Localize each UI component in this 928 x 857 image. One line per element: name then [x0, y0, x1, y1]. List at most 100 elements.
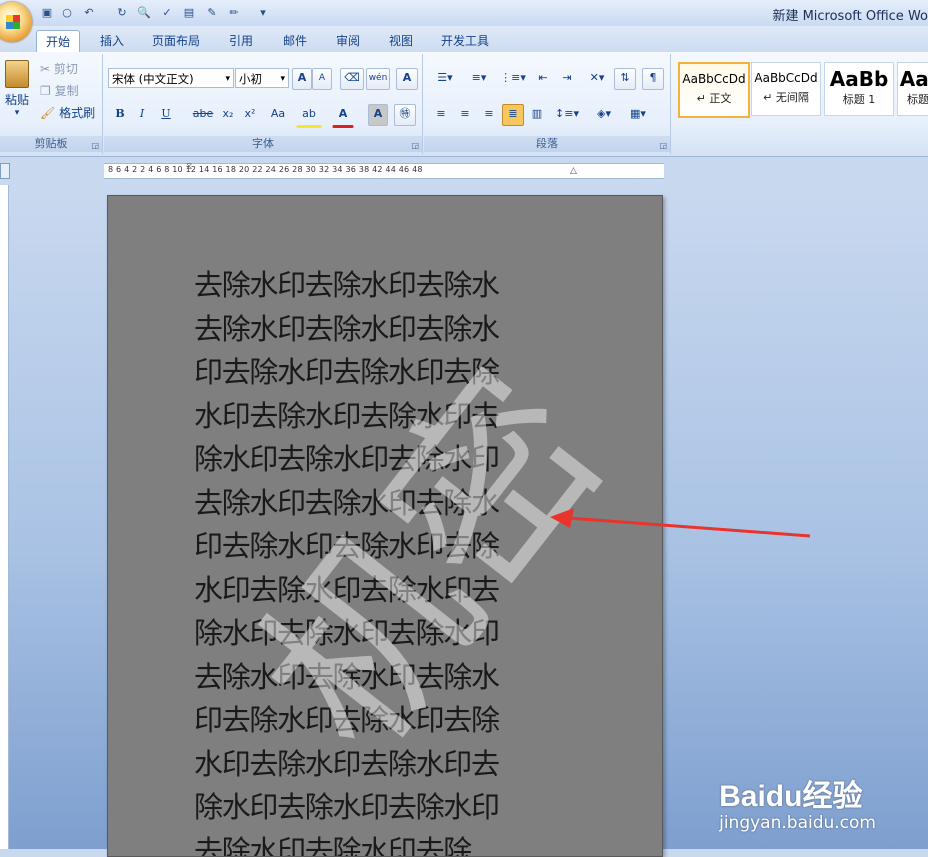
style-sample: AaBbCcDd	[680, 72, 748, 86]
highlight-icon[interactable]: ab	[296, 104, 322, 128]
font-name-value: 宋体 (中文正文)	[112, 72, 194, 86]
sort-icon[interactable]: ⇅	[614, 68, 636, 90]
distribute-icon[interactable]: ▥	[526, 104, 548, 126]
shading-icon[interactable]: ◈▾	[588, 104, 620, 126]
superscript-button[interactable]: x²	[240, 104, 260, 126]
undo-icon[interactable]: ↶	[80, 4, 98, 21]
decrease-indent-icon[interactable]: ⇤	[532, 68, 554, 90]
underline-button[interactable]: U	[156, 104, 176, 126]
tab-view[interactable]: 视图	[380, 30, 422, 52]
style-name: ↵ 无间隔	[752, 89, 820, 105]
print-preview-icon[interactable]: 🔍	[135, 4, 153, 21]
arrow-head	[550, 508, 574, 528]
spelling-icon[interactable]: ✓	[158, 4, 176, 21]
asian-layout-icon[interactable]: ✕▾	[582, 68, 612, 90]
cut-label: 剪切	[54, 62, 78, 76]
style-title[interactable]: AaI 标题	[897, 62, 928, 116]
save-icon[interactable]: ▣	[38, 4, 56, 21]
font-group: 宋体 (中文正文)▾ 小初▾ A A ⌫ wén A B I U abe x₂ …	[104, 54, 423, 154]
ribbon-tabs: 开始 插入 页面布局 引用 邮件 审阅 视图 开发工具	[0, 26, 928, 52]
multilevel-list-icon[interactable]: ⋮≡▾	[498, 68, 528, 90]
dialog-launcher-icon[interactable]: ◲	[91, 141, 99, 150]
tab-page-layout[interactable]: 页面布局	[143, 30, 209, 52]
title-bar: ▣ ○ ↶ ↻ 🔍 ✓ ▤ ✎ ✏ ▾ 新建 Microsoft Office …	[0, 0, 928, 27]
shrink-font-button[interactable]: A	[312, 68, 332, 90]
increase-indent-icon[interactable]: ⇥	[556, 68, 578, 90]
align-center-icon[interactable]: ≡	[454, 104, 476, 126]
redo-icon[interactable]: ↻	[113, 4, 131, 21]
copy-icon: ❐	[40, 84, 55, 98]
ribbon: 粘贴 ▾ ✂ 剪切 ❐ 复制 🖌 格式刷 剪贴板 ◲ 宋体 (中文正文) ▾ 小初…	[0, 52, 928, 157]
style-sample: AaBbCcDd	[752, 71, 820, 85]
text-line: 去除水印去除水印去除	[194, 830, 594, 857]
show-marks-icon[interactable]: ¶	[642, 68, 664, 90]
baidu-jingyan-watermark: Baidu经验 jingyan.baidu.com	[719, 771, 876, 833]
baidu-url: jingyan.baidu.com	[719, 813, 876, 833]
change-case-button[interactable]: Aa	[264, 104, 292, 126]
clipboard-group: 粘贴 ▾ ✂ 剪切 ❐ 复制 🖌 格式刷 剪贴板 ◲	[0, 54, 103, 154]
customize-quick-access-icon[interactable]: ▾	[254, 4, 272, 21]
ruler-toggle[interactable]	[0, 163, 10, 179]
style-sample: AaBb	[825, 67, 893, 91]
chevron-down-icon: ▾	[280, 69, 285, 89]
numbering-icon[interactable]: ≡▾	[464, 68, 494, 90]
scissors-icon: ✂	[40, 62, 54, 76]
bold-button[interactable]: B	[110, 104, 130, 126]
style-no-spacing[interactable]: AaBbCcDd ↵ 无间隔	[751, 62, 821, 116]
borders-icon[interactable]: ▦▾	[622, 104, 654, 126]
dialog-launcher-icon[interactable]: ◲	[411, 141, 419, 150]
justify-icon[interactable]: ≣	[502, 104, 524, 126]
style-name: 标题	[898, 91, 928, 107]
chevron-down-icon: ▾	[225, 69, 230, 89]
font-size-value: 小初	[239, 72, 262, 86]
clear-format-icon[interactable]: ⌫	[340, 68, 364, 90]
enclose-char-icon[interactable]: ㊕	[394, 104, 416, 126]
cut-button[interactable]: ✂ 剪切	[40, 60, 78, 78]
dialog-launcher-icon[interactable]: ◲	[659, 141, 667, 150]
text-line: 去除水印去除水印去除水	[194, 264, 594, 308]
font-group-label: 字体	[104, 136, 422, 152]
arrow-shaft	[568, 518, 810, 536]
style-normal[interactable]: AaBbCcDd ↵ 正文	[678, 62, 750, 118]
circle-icon[interactable]: ○	[58, 4, 76, 21]
horizontal-ruler[interactable]: 8 6 4 2 2 4 6 8 10 12 14 16 18 20 22 24 …	[104, 163, 664, 179]
align-left-icon[interactable]: ≡	[430, 104, 452, 126]
brush-icon: 🖌	[40, 106, 59, 120]
text-line: 除水印去除水印去除水印	[194, 786, 594, 830]
style-heading-1[interactable]: AaBb 标题 1	[824, 62, 894, 116]
tab-mailings[interactable]: 邮件	[274, 30, 316, 52]
vertical-ruler[interactable]	[0, 185, 9, 849]
italic-button[interactable]: I	[132, 104, 152, 126]
indent-marker-icon[interactable]: ⧖	[186, 162, 192, 172]
annotation-arrow	[540, 500, 820, 550]
grow-font-label: A	[298, 71, 307, 84]
grow-font-button[interactable]: A	[292, 68, 312, 90]
format-painter-label: 格式刷	[59, 106, 95, 120]
right-indent-marker-icon[interactable]: △	[570, 166, 577, 176]
char-border-icon[interactable]: A	[396, 68, 418, 90]
tab-references[interactable]: 引用	[220, 30, 262, 52]
tab-review[interactable]: 审阅	[327, 30, 369, 52]
align-right-icon[interactable]: ≡	[478, 104, 500, 126]
format-painter-button[interactable]: 🖌 格式刷	[40, 104, 95, 122]
tab-developer[interactable]: 开发工具	[432, 30, 498, 52]
subscript-button[interactable]: x₂	[218, 104, 238, 126]
tab-insert[interactable]: 插入	[91, 30, 133, 52]
bullets-icon[interactable]: ☰▾	[430, 68, 460, 90]
macro-icon[interactable]: ✎	[203, 4, 221, 21]
line-spacing-icon[interactable]: ↕≡▾	[552, 104, 582, 126]
font-color-icon[interactable]: A	[332, 104, 354, 128]
chevron-down-icon: ▾	[2, 108, 32, 118]
char-shading-icon[interactable]: A	[368, 104, 388, 126]
font-size-combo[interactable]: 小初 ▾	[235, 68, 289, 88]
strikethrough-button[interactable]: abe	[190, 104, 216, 126]
font-name-combo[interactable]: 宋体 (中文正文) ▾	[108, 68, 234, 88]
paragraph-group-label: 段落	[424, 136, 670, 152]
phonetic-guide-icon[interactable]: wén	[366, 68, 390, 90]
paste-label: 粘贴	[2, 91, 32, 108]
draw-icon[interactable]: ✏	[225, 4, 243, 21]
copy-button[interactable]: ❐ 复制	[40, 82, 79, 100]
paste-button[interactable]: 粘贴 ▾	[2, 58, 32, 116]
tab-home[interactable]: 开始	[36, 30, 80, 53]
page-icon[interactable]: ▤	[180, 4, 198, 21]
